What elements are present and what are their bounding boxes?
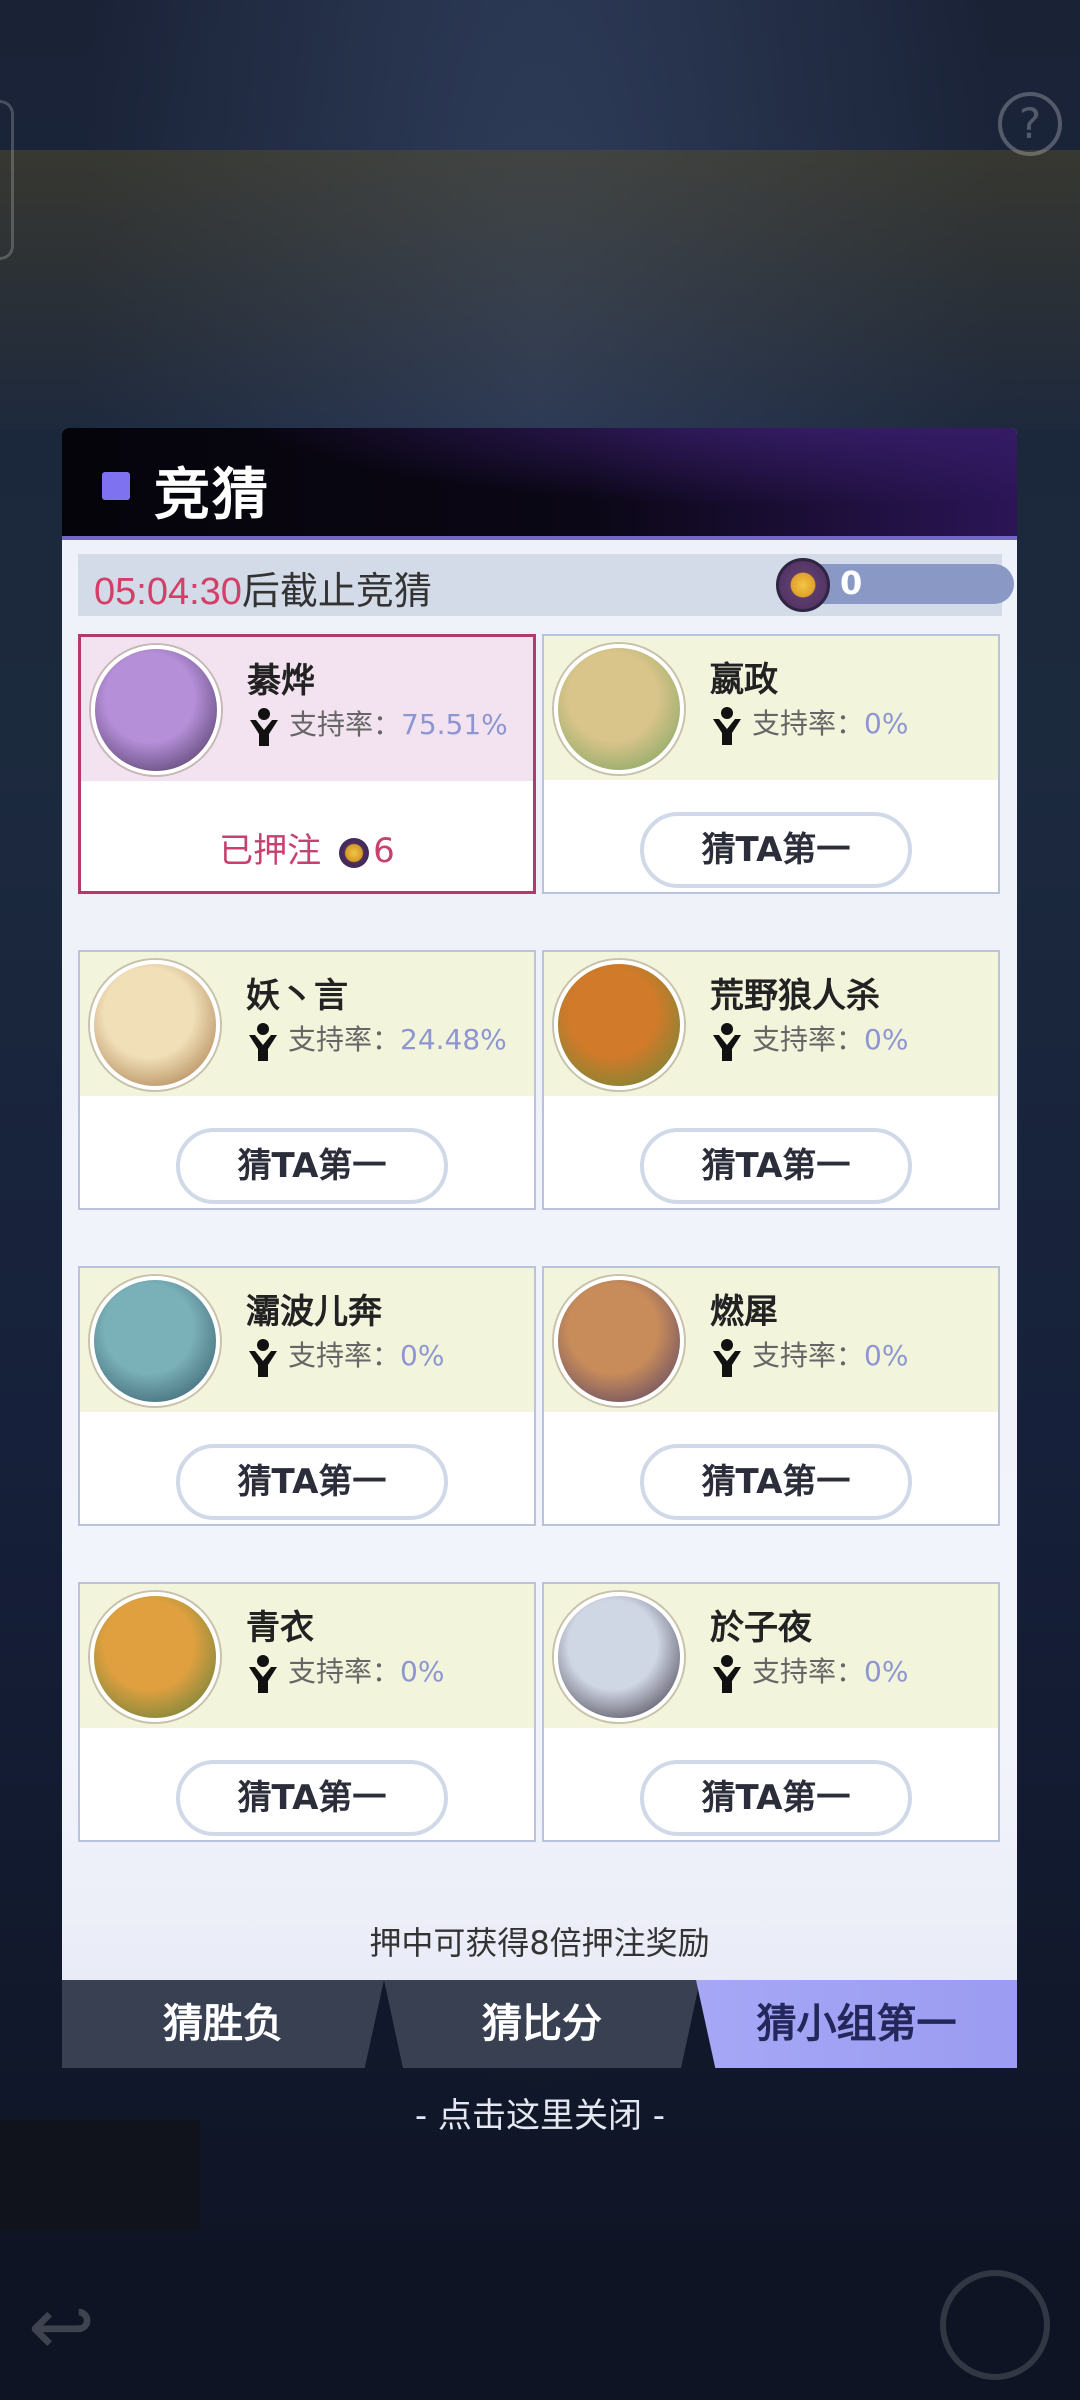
support-label: 支持率： <box>288 1339 401 1372</box>
guess-first-button[interactable]: 猜TA第一 <box>176 1128 448 1204</box>
candidate-name: 灞波儿奔 <box>246 1292 382 1332</box>
guess-modal: 竞猜 05:04:30后截止竞猜 0 綦烨 支持率：75.51% 已押注 6 嬴政 支… <box>62 428 1017 1980</box>
support-rate-row: 支持率：24.48% <box>246 1018 507 1062</box>
guess-first-button[interactable]: 猜TA第一 <box>640 1760 912 1836</box>
modal-header: 竞猜 <box>62 428 1017 540</box>
support-rate: 0% <box>864 1655 909 1688</box>
guess-first-button[interactable]: 猜TA第一 <box>640 812 912 888</box>
supporter-icon <box>713 1339 741 1377</box>
supporter-icon <box>249 1655 277 1693</box>
countdown: 05:04:30后截止竞猜 <box>94 560 432 615</box>
candidate-name: 綦烨 <box>247 661 315 701</box>
support-label: 支持率： <box>752 1655 865 1688</box>
supporter-icon <box>249 1339 277 1377</box>
candidate-name: 荒野狼人杀 <box>710 976 880 1016</box>
candidate-card[interactable]: 荒野狼人杀 支持率：0% 猜TA第一 <box>542 950 1000 1210</box>
candidate-avatar <box>554 1276 684 1406</box>
candidate-card[interactable]: 嬴政 支持率：0% 猜TA第一 <box>542 634 1000 894</box>
guess-first-button[interactable]: 猜TA第一 <box>176 1444 448 1520</box>
background-edge-tab <box>0 100 14 260</box>
candidate-name: 於子夜 <box>710 1608 812 1648</box>
tab-guess-score[interactable]: 猜比分 <box>384 1980 700 2068</box>
candidate-avatar <box>554 644 684 774</box>
coin-icon <box>776 558 830 612</box>
supporter-icon <box>713 707 741 745</box>
guess-first-button[interactable]: 猜TA第一 <box>640 1128 912 1204</box>
guess-type-tabs: 猜胜负 猜比分 猜小组第一 <box>62 1980 1017 2068</box>
supporter-icon <box>713 1655 741 1693</box>
info-bar: 05:04:30后截止竞猜 0 <box>78 554 1014 616</box>
support-label: 支持率： <box>288 1655 401 1688</box>
support-rate: 75.51% <box>401 708 508 741</box>
support-label: 支持率： <box>288 1023 401 1056</box>
support-label: 支持率： <box>752 1339 865 1372</box>
candidate-card[interactable]: 灞波儿奔 支持率：0% 猜TA第一 <box>78 1266 536 1526</box>
support-rate: 0% <box>400 1339 445 1372</box>
candidate-avatar <box>90 1276 220 1406</box>
support-rate: 0% <box>864 1339 909 1372</box>
support-rate-row: 支持率：0% <box>710 1650 908 1694</box>
help-icon: ? <box>998 92 1062 156</box>
candidate-name: 燃犀 <box>710 1292 778 1332</box>
tab-guess-win-lose[interactable]: 猜胜负 <box>62 1980 384 2068</box>
candidate-card[interactable]: 燃犀 支持率：0% 猜TA第一 <box>542 1266 1000 1526</box>
support-rate-row: 支持率：0% <box>246 1334 444 1378</box>
guess-first-button[interactable]: 猜TA第一 <box>176 1760 448 1836</box>
support-label: 支持率： <box>752 1023 865 1056</box>
candidate-avatar <box>554 1592 684 1722</box>
background-bottom-bar <box>0 2240 1080 2400</box>
bet-label: 已押注 <box>219 831 322 871</box>
candidate-card[interactable]: 綦烨 支持率：75.51% 已押注 6 <box>78 634 536 894</box>
candidate-avatar <box>91 645 221 775</box>
candidate-card[interactable]: 妖丶言 支持率：24.48% 猜TA第一 <box>78 950 536 1210</box>
support-rate: 0% <box>400 1655 445 1688</box>
supporter-icon <box>713 1023 741 1061</box>
supporter-icon <box>250 708 278 746</box>
candidate-avatar <box>90 960 220 1090</box>
candidate-card[interactable]: 於子夜 支持率：0% 猜TA第一 <box>542 1582 1000 1842</box>
support-rate-row: 支持率：0% <box>710 702 908 746</box>
candidate-avatar <box>554 960 684 1090</box>
candidate-name: 青衣 <box>246 1608 314 1648</box>
bet-amount: 6 <box>373 831 395 871</box>
support-rate: 0% <box>864 707 909 740</box>
support-rate-row: 支持率：75.51% <box>247 703 508 747</box>
back-icon: ↩ <box>28 2280 96 2373</box>
modal-title: 竞猜 <box>154 463 270 528</box>
support-label: 支持率： <box>289 708 402 741</box>
bet-status: 已押注 6 <box>81 813 533 889</box>
trophy-icon <box>940 2270 1050 2380</box>
supporter-icon <box>249 1023 277 1061</box>
support-label: 支持率： <box>752 707 865 740</box>
support-rate: 24.48% <box>400 1023 507 1056</box>
coin-balance: 0 <box>840 564 863 602</box>
reward-note: 押中可获得8倍押注奖励 <box>369 1924 710 1962</box>
candidate-name: 嬴政 <box>710 660 778 700</box>
support-rate-row: 支持率：0% <box>710 1018 908 1062</box>
countdown-time: 05:04:30 <box>94 571 242 613</box>
tab-guess-group-first[interactable]: 猜小组第一 <box>696 1980 1017 2068</box>
candidate-name: 妖丶言 <box>246 976 348 1016</box>
guess-first-button[interactable]: 猜TA第一 <box>640 1444 912 1520</box>
countdown-suffix: 后截止竞猜 <box>241 571 432 613</box>
header-square-icon <box>102 472 130 500</box>
coin-icon <box>339 837 370 868</box>
close-hint[interactable]: - 点击这里关闭 - <box>0 2088 1080 2137</box>
candidate-avatar <box>90 1592 220 1722</box>
background-banner <box>0 150 1080 430</box>
support-rate-row: 支持率：0% <box>710 1334 908 1378</box>
candidate-card[interactable]: 青衣 支持率：0% 猜TA第一 <box>78 1582 536 1842</box>
support-rate: 0% <box>864 1023 909 1056</box>
support-rate-row: 支持率：0% <box>246 1650 444 1694</box>
